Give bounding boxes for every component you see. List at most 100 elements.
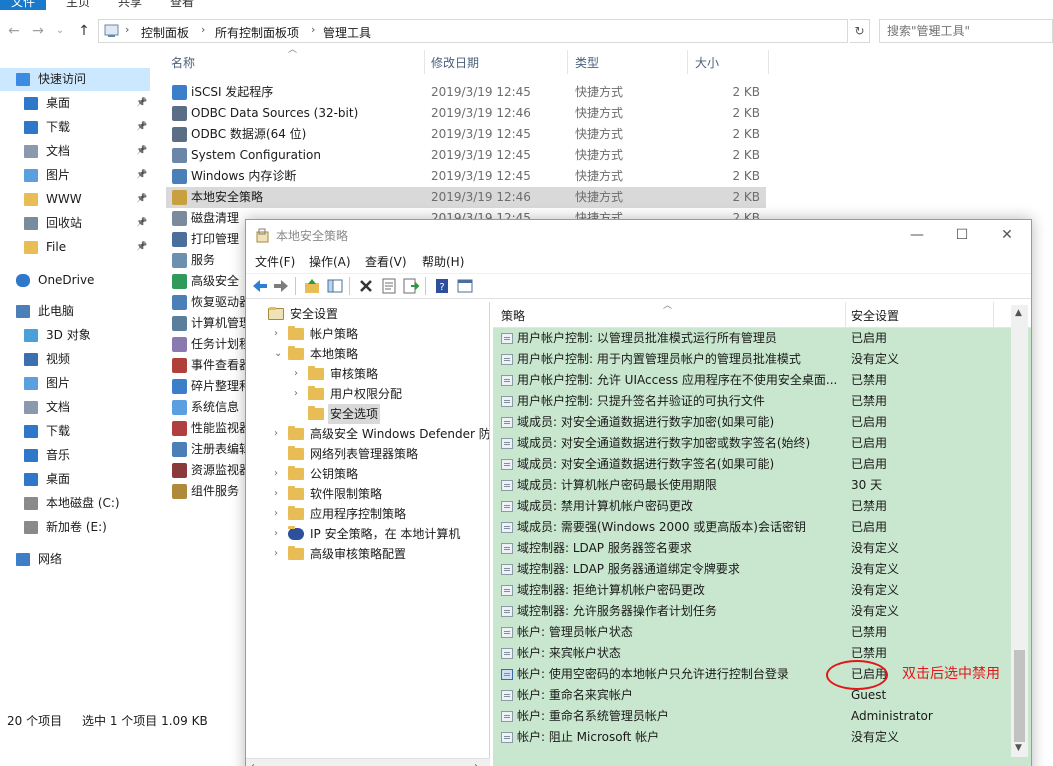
policy-row[interactable]: 用户帐户控制: 以管理员批准模式运行所有管理员 已启用 xyxy=(493,328,1011,349)
column-divider[interactable] xyxy=(687,50,688,74)
file-row[interactable]: iSCSI 发起程序 2019/3/19 12:45 快捷方式 2 KB xyxy=(166,82,766,103)
column-security-setting[interactable]: 安全设置 xyxy=(851,307,899,324)
nav-item[interactable]: 下载 📌 xyxy=(0,116,150,139)
policy-row[interactable]: 域成员: 计算机帐户密码最长使用期限 30 天 xyxy=(493,475,1011,496)
ribbon-tab-share[interactable]: 共享 xyxy=(110,0,150,10)
refresh-icon[interactable]: ↻ xyxy=(850,19,870,43)
nav-item[interactable]: 网络 xyxy=(0,548,150,571)
delete-icon[interactable] xyxy=(357,277,375,295)
back-arrow-icon[interactable]: ← xyxy=(4,21,24,41)
column-type[interactable]: 类型 xyxy=(575,50,599,76)
policy-row[interactable]: 帐户: 重命名来宾帐户 Guest xyxy=(493,685,1011,706)
tree-horizontal-scrollbar[interactable]: ‹ › xyxy=(246,758,490,766)
column-date[interactable]: 修改日期 xyxy=(431,50,479,76)
policy-row[interactable]: 域控制器: LDAP 服务器通道绑定令牌要求 没有定义 xyxy=(493,559,1011,580)
ribbon-tab-home[interactable]: 主页 xyxy=(58,0,98,10)
file-row[interactable]: Windows 内存诊断 2019/3/19 12:45 快捷方式 2 KB xyxy=(166,166,766,187)
breadcrumb-control-panel[interactable]: 控制面板 xyxy=(141,24,189,41)
expand-chevron-icon[interactable]: › xyxy=(274,504,284,524)
nav-item[interactable]: 新加卷 (E:) xyxy=(0,516,150,539)
breadcrumb-admin-tools[interactable]: 管理工具 xyxy=(323,24,371,41)
scrollbar-thumb[interactable] xyxy=(1014,650,1025,742)
ribbon-tab-view[interactable]: 查看 xyxy=(162,0,202,10)
address-bar[interactable]: › 控制面板 › 所有控制面板项 › 管理工具 ⌄ xyxy=(98,19,937,43)
policy-row[interactable]: 域成员: 对安全通道数据进行数字签名(如果可能) 已启用 xyxy=(493,454,1011,475)
nav-item[interactable]: 本地磁盘 (C:) xyxy=(0,492,150,515)
nav-item[interactable]: 文档 📌 xyxy=(0,140,150,163)
policy-row[interactable]: 域成员: 对安全通道数据进行数字加密(如果可能) 已启用 xyxy=(493,412,1011,433)
nav-item[interactable]: 桌面 xyxy=(0,468,150,491)
title-bar[interactable]: 本地安全策略 — ☐ ✕ xyxy=(246,220,1031,250)
policy-row[interactable]: 帐户: 管理员帐户状态 已禁用 xyxy=(493,622,1011,643)
forward-arrow-icon[interactable]: → xyxy=(28,21,48,41)
menu-help[interactable]: 帮助(H) xyxy=(422,253,464,270)
column-size[interactable]: 大小 xyxy=(695,50,719,76)
collapse-chevron-icon[interactable]: ⌄ xyxy=(274,344,284,364)
column-divider[interactable] xyxy=(768,50,769,74)
column-divider[interactable] xyxy=(993,302,994,328)
expand-chevron-icon[interactable]: › xyxy=(294,364,304,384)
menu-file[interactable]: 文件(F) xyxy=(255,253,295,270)
back-icon[interactable] xyxy=(251,277,269,295)
nav-item[interactable]: WWW 📌 xyxy=(0,188,150,211)
policy-row[interactable]: 帐户: 重命名系统管理员帐户 Administrator xyxy=(493,706,1011,727)
up-arrow-icon[interactable]: ↑ xyxy=(74,21,94,41)
file-row[interactable]: ODBC Data Sources (32-bit) 2019/3/19 12:4… xyxy=(166,103,766,124)
nav-item[interactable]: 此电脑 xyxy=(0,300,150,323)
menu-view[interactable]: 查看(V) xyxy=(365,253,407,270)
nav-item[interactable]: 音乐 xyxy=(0,444,150,467)
properties-icon[interactable] xyxy=(380,277,398,295)
search-input[interactable] xyxy=(880,20,1052,42)
policy-row[interactable]: 域控制器: LDAP 服务器签名要求 没有定义 xyxy=(493,538,1011,559)
nav-item[interactable]: 图片 📌 xyxy=(0,164,150,187)
close-icon[interactable]: ✕ xyxy=(992,224,1022,246)
nav-item[interactable]: 回收站 📌 xyxy=(0,212,150,235)
scroll-right-icon[interactable]: › xyxy=(474,761,478,766)
breadcrumb-all-items[interactable]: 所有控制面板项 xyxy=(215,24,299,41)
expand-chevron-icon[interactable]: › xyxy=(274,464,284,484)
nav-item[interactable]: 文档 xyxy=(0,396,150,419)
expand-chevron-icon[interactable]: › xyxy=(274,424,284,444)
policy-row[interactable]: 用户帐户控制: 只提升签名并验证的可执行文件 已禁用 xyxy=(493,391,1011,412)
nav-item[interactable]: 下载 xyxy=(0,420,150,443)
policy-row[interactable]: 域成员: 对安全通道数据进行数字加密或数字签名(始终) 已启用 xyxy=(493,433,1011,454)
policy-row[interactable]: 域控制器: 允许服务器操作者计划任务 没有定义 xyxy=(493,601,1011,622)
file-row[interactable]: ODBC 数据源(64 位) 2019/3/19 12:45 快捷方式 2 KB xyxy=(166,124,766,145)
scroll-up-icon[interactable]: ▲ xyxy=(1015,308,1022,318)
nav-item[interactable]: 3D 对象 xyxy=(0,324,150,347)
nav-item[interactable]: 快速访问 xyxy=(0,68,150,91)
policy-row[interactable]: 用户帐户控制: 用于内置管理员帐户的管理员批准模式 没有定义 xyxy=(493,349,1011,370)
view-icon[interactable] xyxy=(456,277,474,295)
column-divider[interactable] xyxy=(567,50,568,74)
maximize-icon[interactable]: ☐ xyxy=(947,224,977,246)
nav-item[interactable]: 图片 xyxy=(0,372,150,395)
expand-chevron-icon[interactable]: › xyxy=(274,544,284,564)
column-divider[interactable] xyxy=(424,50,425,74)
expand-chevron-icon[interactable]: › xyxy=(274,324,284,344)
file-row[interactable]: 本地安全策略 2019/3/19 12:46 快捷方式 2 KB xyxy=(166,187,766,208)
nav-item[interactable]: 桌面 📌 xyxy=(0,92,150,115)
policy-row[interactable]: 用户帐户控制: 允许 UIAccess 应用程序在不使用安全桌面... 已禁用 xyxy=(493,370,1011,391)
policy-vertical-scrollbar[interactable]: ▲ ▼ xyxy=(1011,305,1028,757)
policy-row[interactable]: 帐户: 阻止 Microsoft 帐户 没有定义 xyxy=(493,727,1011,748)
nav-item[interactable]: 视频 xyxy=(0,348,150,371)
column-policy[interactable]: 策略 xyxy=(501,307,525,324)
scroll-left-icon[interactable]: ‹ xyxy=(251,761,255,766)
nav-item[interactable]: OneDrive xyxy=(0,269,150,292)
policy-row[interactable]: 域控制器: 拒绝计算机帐户密码更改 没有定义 xyxy=(493,580,1011,601)
minimize-icon[interactable]: — xyxy=(902,224,932,246)
expand-chevron-icon[interactable]: › xyxy=(294,384,304,404)
expand-chevron-icon[interactable]: › xyxy=(274,524,284,544)
up-folder-icon[interactable] xyxy=(303,277,321,295)
column-name[interactable]: 名称 xyxy=(171,50,195,76)
recent-dropdown-icon[interactable]: ⌄ xyxy=(50,21,70,41)
policy-row[interactable]: 帐户: 来宾帐户状态 已禁用 xyxy=(493,643,1011,664)
forward-icon[interactable] xyxy=(272,277,290,295)
expand-chevron-icon[interactable]: › xyxy=(274,484,284,504)
export-list-icon[interactable] xyxy=(402,277,420,295)
column-divider[interactable] xyxy=(845,302,846,328)
nav-item[interactable]: File 📌 xyxy=(0,236,150,259)
ribbon-tab-file[interactable]: 文件 xyxy=(0,0,46,10)
file-row[interactable]: System Configuration 2019/3/19 12:45 快捷方式 2… xyxy=(166,145,766,166)
policy-row[interactable]: 域成员: 需要强(Windows 2000 或更高版本)会话密钥 已启用 xyxy=(493,517,1011,538)
